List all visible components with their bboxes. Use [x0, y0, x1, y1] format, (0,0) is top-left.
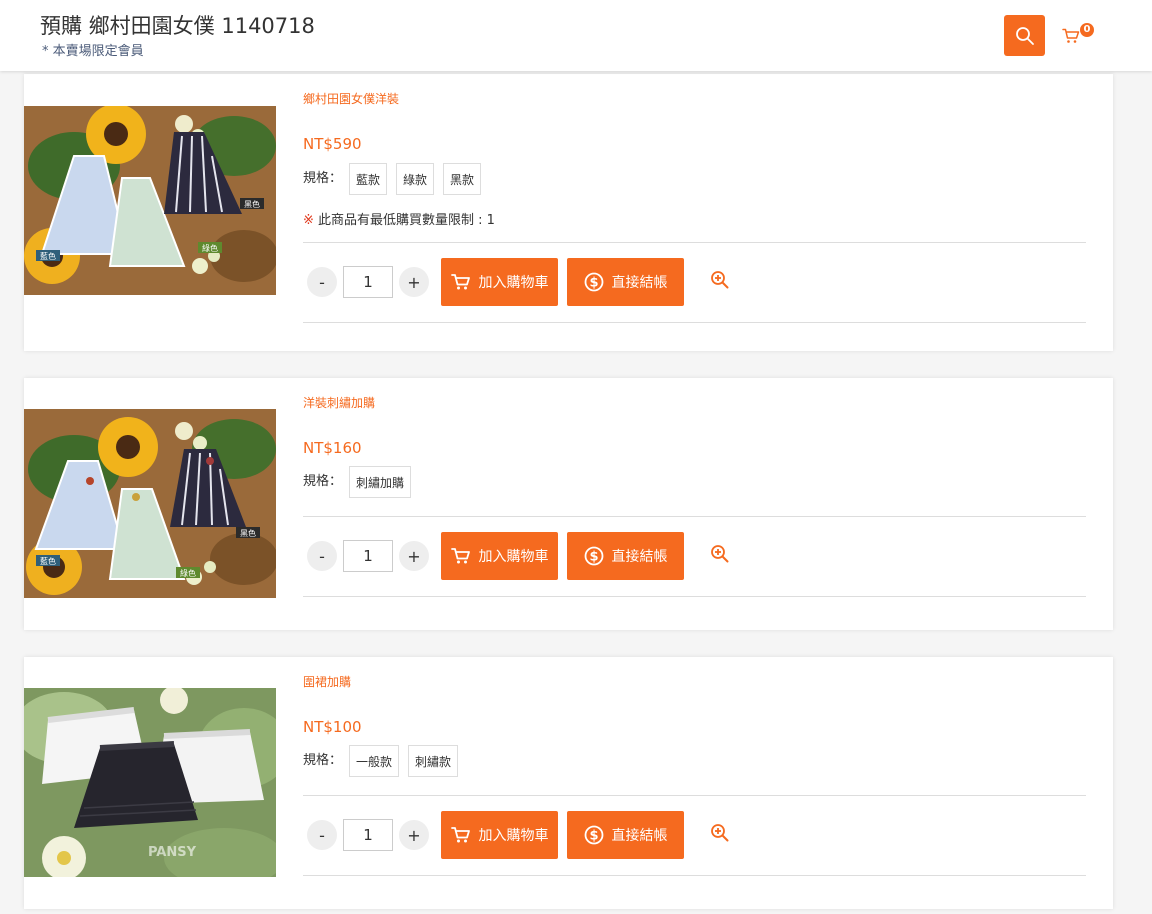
cart-icon — [1062, 28, 1080, 43]
svg-text:$: $ — [589, 550, 598, 565]
quantity-increase-button[interactable]: + — [399, 541, 429, 571]
product-price: NT$100 — [303, 718, 362, 736]
search-icon — [1015, 26, 1034, 45]
svg-text:$: $ — [589, 276, 598, 291]
spec-option[interactable]: 一般款 — [349, 745, 400, 777]
zoom-in-icon[interactable] — [710, 270, 730, 290]
spec-option[interactable]: 藍款 — [349, 163, 388, 195]
add-to-cart-button[interactable]: 加入購物車 — [441, 258, 558, 306]
svg-text:$: $ — [589, 829, 598, 844]
image-tag: 綠色 — [180, 568, 196, 578]
search-button[interactable] — [1004, 15, 1045, 56]
spec-label: 規格： — [303, 474, 343, 489]
quantity-decrease-button[interactable]: - — [307, 267, 337, 297]
dollar-coin-icon: $ — [584, 546, 603, 566]
quantity-input[interactable] — [343, 819, 393, 851]
add-to-cart-label: 加入購物車 — [478, 549, 549, 565]
quantity-increase-button[interactable]: + — [399, 267, 429, 297]
spec-option[interactable]: 黑款 — [443, 163, 482, 195]
checkout-button[interactable]: $ 直接結帳 — [567, 811, 684, 859]
divider — [303, 795, 1086, 796]
add-to-cart-button[interactable]: 加入購物車 — [441, 532, 558, 580]
checkout-label: 直接結帳 — [611, 828, 668, 844]
divider — [303, 322, 1086, 323]
zoom-in-icon[interactable] — [710, 823, 730, 843]
divider — [303, 875, 1086, 876]
spec-options: 一般款 刺繡款 — [349, 745, 459, 777]
page-subtitle: * 本賣場限定會員 — [42, 44, 144, 59]
spec-options: 刺繡加購 — [349, 466, 412, 498]
quantity-decrease-button[interactable]: - — [307, 820, 337, 850]
checkout-button[interactable]: $ 直接結帳 — [567, 532, 684, 580]
page-title: 預購 鄉村田園女僕 1140718 — [40, 14, 315, 38]
product-name[interactable]: 圍裙加購 — [303, 673, 351, 690]
product-image[interactable]: PANSY — [24, 688, 276, 877]
product-price: NT$160 — [303, 439, 362, 457]
product-card: 黑色 綠色 藍色 洋裝刺繡加購 NT$160 規格： 刺繡加購 - + 加入購物… — [24, 378, 1113, 630]
cart-icon — [450, 827, 470, 843]
dollar-coin-icon: $ — [584, 272, 603, 292]
cart-count-badge: 0 — [1080, 23, 1094, 37]
checkout-label: 直接結帳 — [611, 275, 668, 291]
quantity-input[interactable] — [343, 540, 393, 572]
image-tag: 黑色 — [244, 199, 260, 209]
divider — [303, 516, 1086, 517]
cart-button[interactable]: 0 — [1062, 22, 1096, 50]
cart-icon — [450, 274, 470, 290]
product-name[interactable]: 洋裝刺繡加購 — [303, 394, 375, 411]
add-to-cart-label: 加入購物車 — [478, 828, 549, 844]
image-tag: 黑色 — [240, 528, 256, 538]
dollar-coin-icon: $ — [584, 825, 603, 845]
add-to-cart-button[interactable]: 加入購物車 — [441, 811, 558, 859]
image-tag: 綠色 — [202, 243, 218, 253]
product-image[interactable]: 黑色 綠色 藍色 — [24, 106, 276, 295]
add-to-cart-label: 加入購物車 — [478, 275, 549, 291]
product-name[interactable]: 鄉村田園女僕洋裝 — [303, 90, 399, 107]
checkout-button[interactable]: $ 直接結帳 — [567, 258, 684, 306]
zoom-in-icon[interactable] — [710, 544, 730, 564]
product-card: 黑色 綠色 藍色 鄉村田園女僕洋裝 NT$590 規格： 藍款 綠款 黑款 ※ … — [24, 74, 1113, 351]
product-price: NT$590 — [303, 135, 362, 153]
quantity-increase-button[interactable]: + — [399, 820, 429, 850]
divider — [303, 596, 1086, 597]
spec-label: 規格： — [303, 171, 343, 186]
divider — [303, 242, 1086, 243]
spec-options: 藍款 綠款 黑款 — [349, 163, 482, 195]
image-watermark: PANSY — [148, 845, 197, 860]
quantity-input[interactable] — [343, 266, 393, 298]
quantity-decrease-button[interactable]: - — [307, 541, 337, 571]
product-card: PANSY 圍裙加購 NT$100 規格： 一般款 刺繡款 - + 加入購物車 … — [24, 657, 1113, 909]
spec-label: 規格： — [303, 753, 343, 768]
spec-option[interactable]: 綠款 — [396, 163, 435, 195]
image-tag: 藍色 — [40, 251, 56, 261]
cart-icon — [450, 548, 470, 564]
warning-mark: ※ — [303, 213, 314, 228]
product-image[interactable]: 黑色 綠色 藍色 — [24, 409, 276, 598]
spec-option[interactable]: 刺繡加購 — [349, 466, 412, 498]
spec-option[interactable]: 刺繡款 — [408, 745, 459, 777]
site-header: 預購 鄉村田園女僕 1140718 * 本賣場限定會員 0 — [0, 0, 1152, 71]
checkout-label: 直接結帳 — [611, 549, 668, 565]
purchase-limit-note: ※ 此商品有最低購買數量限制 : 1 — [303, 209, 495, 228]
image-tag: 藍色 — [40, 556, 56, 566]
limit-text: 此商品有最低購買數量限制 : 1 — [313, 213, 495, 228]
